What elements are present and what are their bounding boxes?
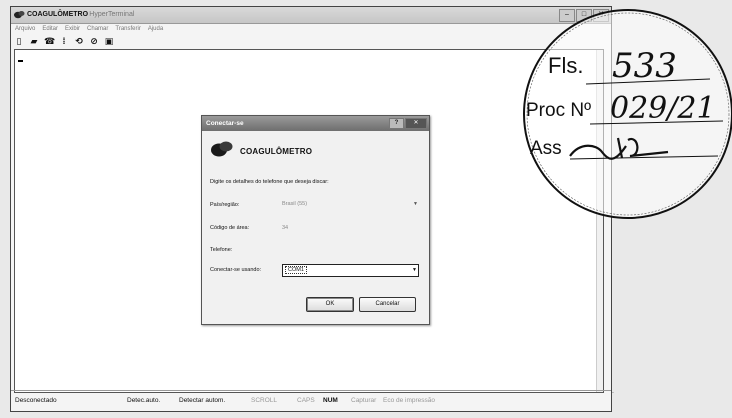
dialog-instructions: Digite os detalhes do telefone que desej… — [210, 179, 329, 185]
receive-icon[interactable]: ⊘ — [89, 36, 99, 47]
stamp-fls-value: 533 — [612, 46, 677, 86]
phone-input[interactable] — [282, 247, 412, 255]
open-folder-icon[interactable]: ▰ — [29, 36, 39, 47]
properties-icon[interactable]: ▣ — [104, 36, 114, 47]
cancel-button[interactable]: Cancelar — [359, 297, 416, 312]
stamp-proc-label: Proc Nº — [526, 100, 591, 121]
menu-ajuda[interactable]: Ajuda — [148, 24, 163, 35]
window-title-app: COAGULÔMETRO — [27, 11, 89, 18]
status-detect-auto: Detec.auto. — [127, 397, 161, 404]
menu-arquivo[interactable]: Arquivo — [15, 24, 35, 35]
area-code-label: Código de área: — [210, 225, 250, 231]
protocol-stamp: Fls. 533 Proc Nº 029/21 Ass — [523, 9, 732, 219]
chevron-down-icon: ▼ — [412, 267, 417, 273]
country-value: Brasil (55) — [282, 201, 308, 207]
dialog-help-button[interactable]: ? — [389, 118, 404, 129]
menu-editar[interactable]: Editar — [42, 24, 58, 35]
connect-dialog: Conectar-se ? ✕ COAGULÔMETRO Digite os d… — [201, 115, 430, 325]
status-bar: Desconectado Detec.auto. Detectar autom.… — [11, 390, 611, 411]
menu-chamar[interactable]: Chamar — [87, 24, 108, 35]
toolbar: ▯ ▰ ☎ ⁞ ⟲ ⊘ ▣ — [14, 35, 114, 47]
connection-name: COAGULÔMETRO — [240, 147, 313, 156]
chevron-down-icon: ▼ — [413, 201, 418, 207]
country-label: País/região: — [210, 202, 240, 208]
menu-transferir[interactable]: Transferir — [115, 24, 140, 35]
new-file-icon[interactable]: ▯ — [14, 36, 24, 47]
connection-icon — [211, 141, 233, 157]
status-num: NUM — [323, 397, 338, 404]
disconnect-icon[interactable]: ⁞ — [59, 36, 69, 46]
phone-label: Telefone: — [210, 247, 233, 253]
corner-mark: . — [612, 388, 614, 395]
menu-exibir[interactable]: Exibir — [65, 24, 80, 35]
stamp-proc-value: 029/21 — [610, 91, 716, 126]
stamp-fls-label: Fls. — [548, 53, 583, 78]
text-cursor — [18, 60, 23, 62]
stamp-ass-label: Ass — [530, 138, 562, 159]
connect-using-label: Conectar-se usando: — [210, 267, 262, 273]
dialog-title: Conectar-se — [206, 120, 244, 127]
phone-dial-icon[interactable]: ☎ — [44, 36, 55, 47]
dialog-title-bar: Conectar-se ? ✕ — [202, 116, 429, 131]
country-select[interactable]: Brasil (55) ▼ — [280, 199, 420, 210]
status-scroll: SCROLL — [251, 397, 278, 404]
status-detect-autom: Detectar autom. — [179, 397, 226, 404]
status-caps: CAPS — [297, 397, 315, 404]
area-code-input[interactable]: 34 — [282, 225, 288, 231]
status-connection: Desconectado — [15, 397, 57, 404]
app-icon — [14, 11, 25, 19]
connect-using-select[interactable]: COM1 ▼ — [282, 264, 419, 277]
window-title-rest: - HyperTerminal — [85, 11, 135, 18]
send-icon[interactable]: ⟲ — [74, 36, 84, 47]
dialog-close-button[interactable]: ✕ — [405, 118, 427, 129]
ok-button[interactable]: OK — [306, 297, 354, 312]
status-capture: Capturar — [351, 397, 377, 404]
status-echo: Eco de impressão — [383, 397, 436, 404]
connect-using-value: COM1 — [285, 266, 307, 274]
